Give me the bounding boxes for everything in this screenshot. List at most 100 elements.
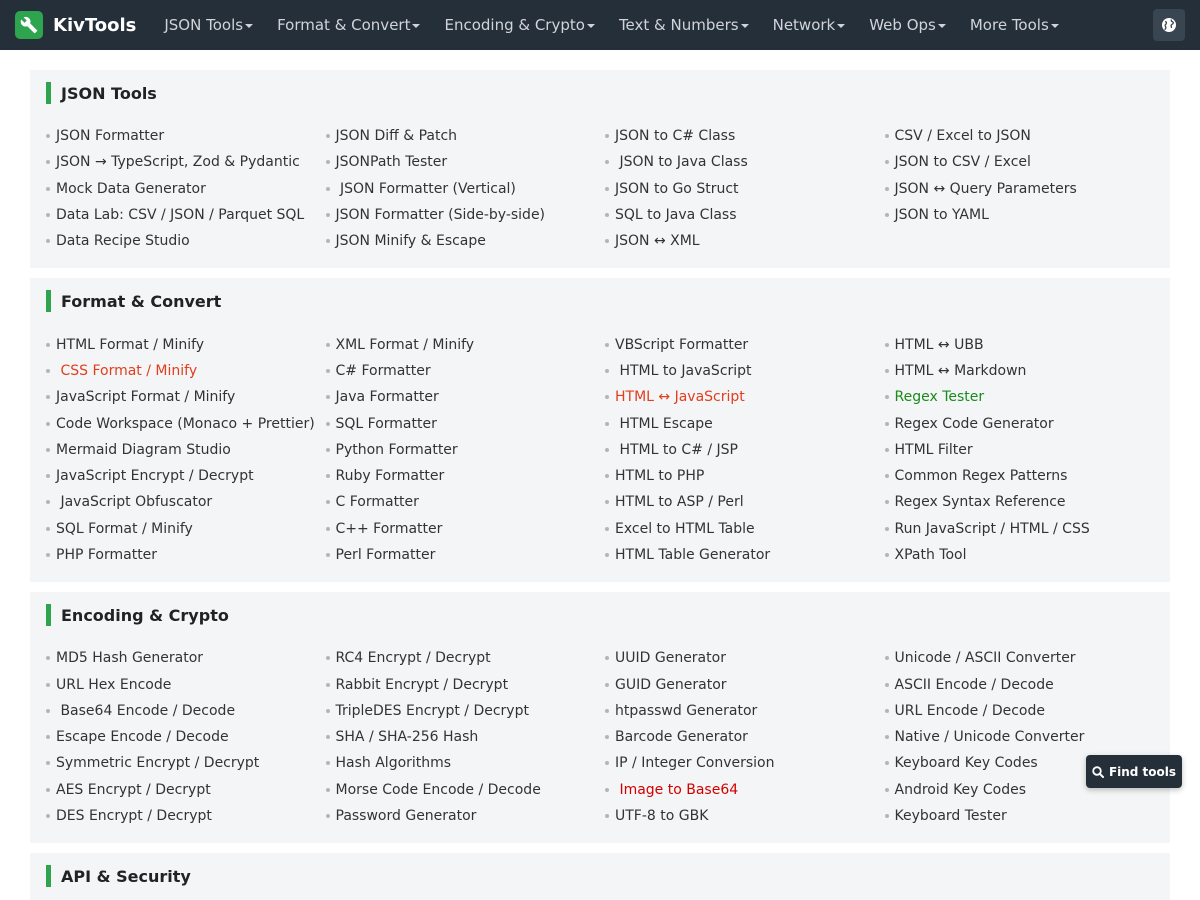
tool-link-url-encode-decode[interactable]: URL Encode / Decode [884, 698, 1155, 724]
tool-link-json-xml[interactable]: JSON ↔ XML [605, 228, 875, 254]
tool-link-c-formatter[interactable]: C Formatter [325, 489, 596, 515]
tool-link-json-to-csv-excel[interactable]: JSON to CSV / Excel [884, 149, 1155, 175]
tool-link-guid-generator[interactable]: GUID Generator [605, 671, 875, 697]
tool-link-perl-formatter[interactable]: Perl Formatter [325, 542, 596, 568]
tool-link-sql-format-minify[interactable]: SQL Format / Minify [46, 516, 316, 542]
tool-link-native-unicode-converter[interactable]: Native / Unicode Converter [884, 724, 1155, 750]
tool-link-sql-to-java-class[interactable]: SQL to Java Class [605, 202, 875, 228]
tool-link-javascript-format-minify[interactable]: JavaScript Format / Minify [46, 384, 316, 410]
tool-link-password-generator[interactable]: Password Generator [325, 803, 596, 829]
tool-link-c-formatter[interactable]: C++ Formatter [325, 516, 596, 542]
tool-link-sha-sha-256-hash[interactable]: SHA / SHA-256 Hash [325, 724, 596, 750]
tool-link-javascript-encrypt-decrypt[interactable]: JavaScript Encrypt / Decrypt [46, 463, 316, 489]
tool-link-html-to-c-jsp[interactable]: HTML to C# / JSP [605, 437, 875, 463]
tool-link-csv-excel-to-json[interactable]: CSV / Excel to JSON [884, 123, 1155, 149]
tool-link-common-regex-patterns[interactable]: Common Regex Patterns [884, 463, 1155, 489]
tool-link-json-to-go-struct[interactable]: JSON to Go Struct [605, 176, 875, 202]
tool-link-python-formatter[interactable]: Python Formatter [325, 437, 596, 463]
tool-link-html-ubb[interactable]: HTML ↔ UBB [884, 331, 1155, 357]
nav-web-ops[interactable]: Web Ops [857, 0, 958, 50]
tool-link-utf-8-to-gbk[interactable]: UTF-8 to GBK [605, 803, 875, 829]
bullet-dot [884, 474, 889, 479]
tool-link-json-formatter[interactable]: JSON Formatter [46, 123, 316, 149]
nav-network[interactable]: Network [761, 0, 858, 50]
tool-link-html-to-asp-perl[interactable]: HTML to ASP / Perl [605, 489, 875, 515]
nav-label: Web Ops [869, 16, 936, 34]
tool-link-xml-format-minify[interactable]: XML Format / Minify [325, 331, 596, 357]
tool-link-rabbit-encrypt-decrypt[interactable]: Rabbit Encrypt / Decrypt [325, 671, 596, 697]
tool-link-unicode-ascii-converter[interactable]: Unicode / ASCII Converter [884, 645, 1155, 671]
tool-label: UUID Generator [615, 650, 726, 667]
tool-link-json-formatter-vertical[interactable]: JSON Formatter (Vertical) [325, 176, 596, 202]
bullet-dot [884, 500, 889, 505]
section-title: JSON Tools [61, 83, 157, 103]
tool-link-json-query-parameters[interactable]: JSON ↔ Query Parameters [884, 176, 1155, 202]
tool-link-json-diff-patch[interactable]: JSON Diff & Patch [325, 123, 596, 149]
tool-link-code-workspace-monaco-prettier[interactable]: Code Workspace (Monaco + Prettier) [46, 410, 316, 436]
tool-link-mermaid-diagram-studio[interactable]: Mermaid Diagram Studio [46, 437, 316, 463]
bullet-dot [884, 682, 889, 687]
tool-link-regex-tester[interactable]: Regex Tester [884, 384, 1155, 410]
tool-link-json-to-c-class[interactable]: JSON to C# Class [605, 123, 875, 149]
tool-link-keyboard-tester[interactable]: Keyboard Tester [884, 803, 1155, 829]
tool-link-html-markdown[interactable]: HTML ↔ Markdown [884, 358, 1155, 384]
tool-link-url-hex-encode[interactable]: URL Hex Encode [46, 671, 316, 697]
tool-link-regex-code-generator[interactable]: Regex Code Generator [884, 410, 1155, 436]
nav-encoding-crypto[interactable]: Encoding & Crypto [432, 0, 606, 50]
tool-link-xpath-tool[interactable]: XPath Tool [884, 542, 1155, 568]
tool-link-ip-integer-conversion[interactable]: IP / Integer Conversion [605, 750, 875, 776]
tool-link-tripledes-encrypt-decrypt[interactable]: TripleDES Encrypt / Decrypt [325, 698, 596, 724]
tool-link-html-escape[interactable]: HTML Escape [605, 410, 875, 436]
tool-link-vbscript-formatter[interactable]: VBScript Formatter [605, 331, 875, 357]
language-button[interactable] [1153, 9, 1185, 41]
tool-link-excel-to-html-table[interactable]: Excel to HTML Table [605, 516, 875, 542]
nav-json-tools[interactable]: JSON Tools [152, 0, 265, 50]
tool-link-aes-encrypt-decrypt[interactable]: AES Encrypt / Decrypt [46, 777, 316, 803]
tool-link-ascii-encode-decode[interactable]: ASCII Encode / Decode [884, 671, 1155, 697]
tool-link-css-format-minify[interactable]: CSS Format / Minify [46, 358, 316, 384]
tool-link-json-minify-escape[interactable]: JSON Minify & Escape [325, 228, 596, 254]
tool-link-c-formatter[interactable]: C# Formatter [325, 358, 596, 384]
tool-link-json-typescript-zod-pydantic[interactable]: JSON → TypeScript, Zod & Pydantic [46, 149, 316, 175]
tool-link-php-formatter[interactable]: PHP Formatter [46, 542, 316, 568]
tool-link-md5-hash-generator[interactable]: MD5 Hash Generator [46, 645, 316, 671]
tool-link-symmetric-encrypt-decrypt[interactable]: Symmetric Encrypt / Decrypt [46, 750, 316, 776]
tool-link-jsonpath-tester[interactable]: JSONPath Tester [325, 149, 596, 175]
tool-link-html-to-php[interactable]: HTML to PHP [605, 463, 875, 489]
tool-link-image-to-base64[interactable]: Image to Base64 [605, 777, 875, 803]
tool-link-rc4-encrypt-decrypt[interactable]: RC4 Encrypt / Decrypt [325, 645, 596, 671]
tool-link-html-javascript[interactable]: HTML ↔ JavaScript [605, 384, 875, 410]
tool-link-html-filter[interactable]: HTML Filter [884, 437, 1155, 463]
tool-link-json-to-java-class[interactable]: JSON to Java Class [605, 149, 875, 175]
tool-label: HTML Format / Minify [56, 336, 205, 353]
tool-link-regex-syntax-reference[interactable]: Regex Syntax Reference [884, 489, 1155, 515]
tool-link-htpasswd-generator[interactable]: htpasswd Generator [605, 698, 875, 724]
find-tools-button[interactable]: Find tools [1086, 755, 1182, 788]
tool-link-hash-algorithms[interactable]: Hash Algorithms [325, 750, 596, 776]
tool-link-java-formatter[interactable]: Java Formatter [325, 384, 596, 410]
tool-link-barcode-generator[interactable]: Barcode Generator [605, 724, 875, 750]
tool-link-run-javascript-html-css[interactable]: Run JavaScript / HTML / CSS [884, 516, 1155, 542]
tool-link-mock-data-generator[interactable]: Mock Data Generator [46, 176, 316, 202]
nav-format-convert[interactable]: Format & Convert [265, 0, 432, 50]
tool-link-json-formatter-side-by-side[interactable]: JSON Formatter (Side-by-side) [325, 202, 596, 228]
brand-link[interactable]: KivTools [15, 11, 136, 39]
tool-link-ruby-formatter[interactable]: Ruby Formatter [325, 463, 596, 489]
tool-label: RC4 Encrypt / Decrypt [335, 650, 491, 667]
tool-link-escape-encode-decode[interactable]: Escape Encode / Decode [46, 724, 316, 750]
tool-link-morse-code-encode-decode[interactable]: Morse Code Encode / Decode [325, 777, 596, 803]
tool-link-javascript-obfuscator[interactable]: JavaScript Obfuscator [46, 489, 316, 515]
tool-link-des-encrypt-decrypt[interactable]: DES Encrypt / Decrypt [46, 803, 316, 829]
tool-link-data-recipe-studio[interactable]: Data Recipe Studio [46, 228, 316, 254]
tool-link-base64-encode-decode[interactable]: Base64 Encode / Decode [46, 698, 316, 724]
tool-link-html-format-minify[interactable]: HTML Format / Minify [46, 331, 316, 357]
tool-link-html-table-generator[interactable]: HTML Table Generator [605, 542, 875, 568]
bullet-dot [605, 134, 609, 139]
tool-link-json-to-yaml[interactable]: JSON to YAML [884, 202, 1155, 228]
nav-more-tools[interactable]: More Tools [958, 0, 1071, 50]
tool-link-sql-formatter[interactable]: SQL Formatter [325, 410, 596, 436]
tool-link-data-lab-csv-json-parquet-sql[interactable]: Data Lab: CSV / JSON / Parquet SQL [46, 202, 316, 228]
nav-text-numbers[interactable]: Text & Numbers [607, 0, 761, 50]
tool-link-uuid-generator[interactable]: UUID Generator [605, 645, 875, 671]
tool-link-html-to-javascript[interactable]: HTML to JavaScript [605, 358, 875, 384]
